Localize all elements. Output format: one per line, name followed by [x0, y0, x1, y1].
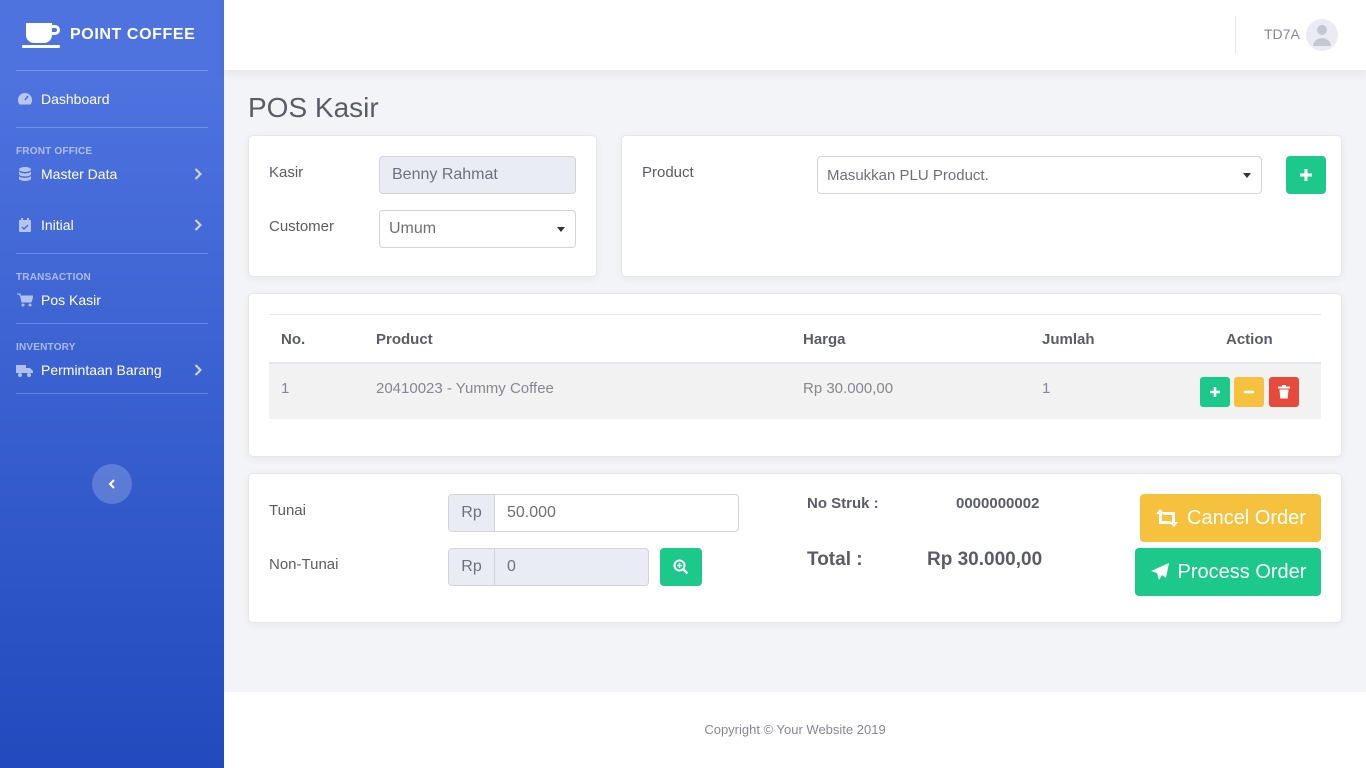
order-table-card: No. Product Harga Jumlah Action 1 204100…	[248, 293, 1342, 457]
topbar: TD7A	[224, 0, 1366, 70]
cell-jumlah: 1	[1042, 380, 1051, 397]
sidebar: POINT COFFEE Dashboard FRONT OFFICE Mast…	[0, 0, 224, 768]
product-card: Product Masukkan PLU Product.	[621, 135, 1342, 277]
sidebar-item-label: Initial	[41, 217, 74, 233]
copyright-text: Copyright © Your Website 2019	[704, 722, 886, 737]
caret-down-icon	[1243, 173, 1251, 178]
tunai-prefix: Rp	[449, 495, 495, 531]
cell-no: 1	[281, 380, 290, 397]
sidebar-divider	[16, 393, 208, 394]
product-label: Product	[642, 164, 694, 181]
no-struk-label: No Struk :	[807, 495, 879, 512]
user-icon	[1313, 25, 1331, 46]
no-struk-value: 0000000002	[956, 495, 1040, 512]
database-icon	[16, 167, 33, 181]
sidebar-item-permintaan-barang[interactable]: Permintaan Barang	[0, 347, 224, 393]
customer-value: Umum	[389, 220, 437, 237]
table-row: 1 20410023 - Yummy Coffee Rp 30.000,00 1	[269, 364, 1321, 419]
col-header-harga: Harga	[803, 331, 846, 348]
customer-select[interactable]: Umum	[379, 210, 576, 248]
cell-harga: Rp 30.000,00	[803, 380, 894, 397]
coffee-cup-icon	[22, 21, 62, 49]
plus-icon	[1300, 169, 1312, 181]
chevron-left-icon	[108, 479, 115, 489]
kasir-field: Benny Rahmat	[379, 156, 576, 194]
retweet-icon	[1156, 509, 1179, 527]
sidebar-item-label: Dashboard	[41, 91, 110, 107]
search-non-tunai-button[interactable]	[660, 548, 702, 586]
cell-product: 20410023 - Yummy Coffee	[376, 380, 554, 397]
calendar-check-icon	[16, 218, 33, 232]
brand[interactable]: POINT COFFEE	[0, 0, 224, 70]
order-info-card: Kasir Benny Rahmat Customer Umum	[248, 135, 597, 277]
cancel-order-label: Cancel Order	[1187, 506, 1306, 529]
sidebar-item-dashboard[interactable]: Dashboard	[0, 71, 224, 127]
tachometer-icon	[16, 92, 33, 106]
add-product-button[interactable]	[1286, 156, 1326, 194]
sidebar-item-master-data[interactable]: Master Data	[0, 151, 224, 197]
product-select[interactable]: Masukkan PLU Product.	[817, 156, 1262, 194]
chevron-right-icon	[194, 219, 208, 231]
caret-down-icon	[557, 227, 565, 232]
user-name[interactable]: TD7A	[1264, 26, 1300, 42]
sidebar-item-initial[interactable]: Initial	[0, 197, 224, 253]
table-header: No. Product Harga Jumlah Action	[269, 314, 1321, 364]
sidebar-item-pos-kasir[interactable]: Pos Kasir	[0, 277, 224, 323]
non-tunai-input: Rp 0	[448, 548, 649, 586]
sidebar-item-label: Master Data	[41, 166, 118, 182]
non-tunai-label: Non-Tunai	[269, 556, 339, 573]
col-header-action: Action	[1226, 331, 1273, 348]
non-tunai-prefix: Rp	[449, 549, 495, 585]
sidebar-toggle-button[interactable]	[92, 464, 132, 504]
total-value: Rp 30.000,00	[927, 549, 1043, 570]
non-tunai-value: 0	[507, 558, 516, 575]
truck-icon	[16, 363, 33, 377]
customer-label: Customer	[269, 218, 335, 235]
topbar-divider	[1235, 16, 1236, 54]
paper-plane-icon	[1150, 563, 1169, 580]
chevron-right-icon	[194, 168, 208, 180]
trash-icon	[1278, 385, 1290, 399]
increase-qty-button[interactable]	[1200, 377, 1230, 407]
shopping-cart-icon	[16, 293, 33, 307]
delete-item-button[interactable]	[1269, 377, 1299, 407]
payment-card: Tunai Rp 50.000 Non-Tunai Rp 0 No Struk …	[248, 473, 1342, 623]
cancel-order-button[interactable]: Cancel Order	[1140, 494, 1321, 542]
sidebar-item-label: Permintaan Barang	[41, 362, 162, 378]
footer: Copyright © Your Website 2019	[224, 692, 1366, 768]
order-table: No. Product Harga Jumlah Action 1 204100…	[269, 314, 1321, 419]
page-title: POS Kasir	[248, 92, 379, 123]
col-header-jumlah: Jumlah	[1042, 331, 1095, 348]
plus-icon	[1210, 387, 1220, 397]
brand-name: POINT COFFEE	[70, 26, 196, 43]
search-plus-icon	[673, 559, 689, 575]
chevron-right-icon	[194, 364, 208, 376]
total-label: Total :	[807, 549, 863, 570]
product-select-placeholder: Masukkan PLU Product.	[827, 166, 989, 184]
minus-icon	[1244, 390, 1254, 394]
tunai-input[interactable]: Rp 50.000	[448, 494, 739, 532]
col-header-no: No.	[281, 331, 306, 348]
col-header-product: Product	[376, 331, 433, 348]
decrease-qty-button[interactable]	[1234, 377, 1264, 407]
avatar[interactable]	[1306, 19, 1338, 51]
kasir-label: Kasir	[269, 164, 304, 181]
tunai-value: 50.000	[507, 504, 556, 521]
kasir-value: Benny Rahmat	[392, 166, 498, 183]
tunai-label: Tunai	[269, 502, 306, 519]
sidebar-item-label: Pos Kasir	[41, 292, 101, 308]
process-order-button[interactable]: Process Order	[1135, 548, 1321, 596]
process-order-label: Process Order	[1177, 560, 1307, 583]
